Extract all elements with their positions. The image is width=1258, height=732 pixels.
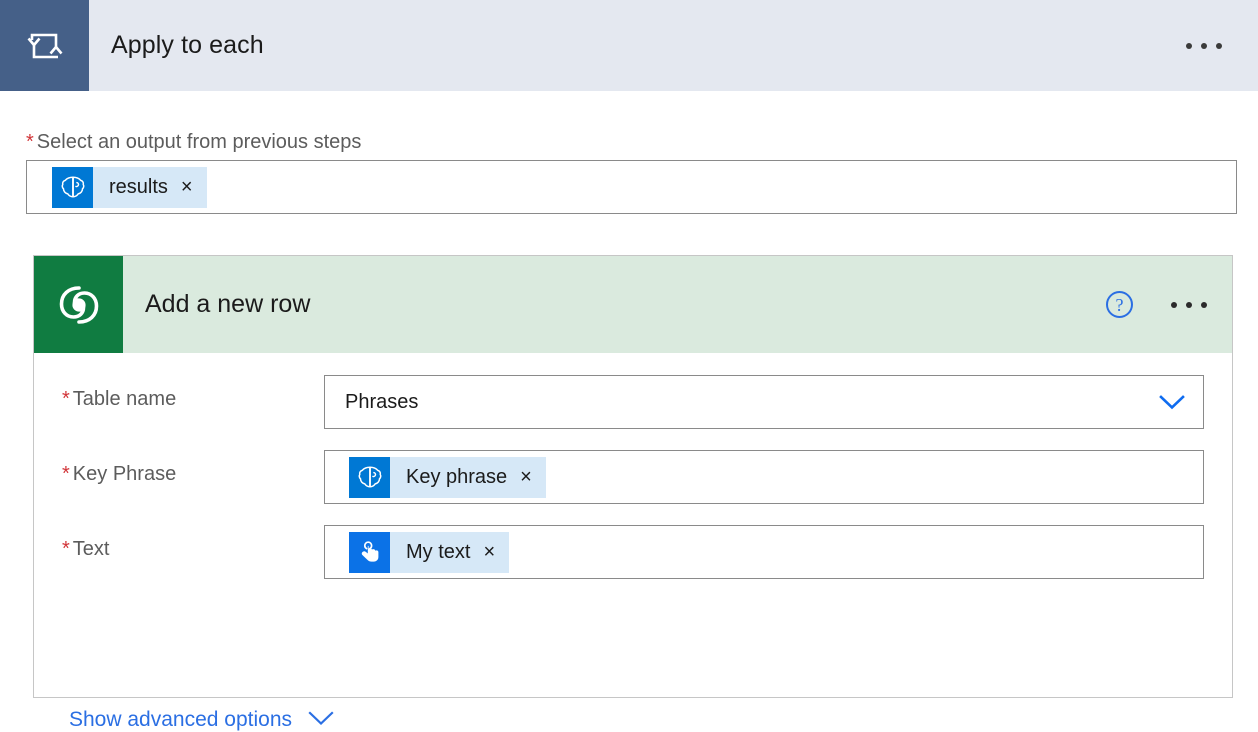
token-body: Key phrase × xyxy=(390,457,546,498)
token-my-text[interactable]: My text × xyxy=(349,532,509,573)
chevron-down-icon xyxy=(308,708,334,732)
select-output-input[interactable]: results × xyxy=(26,160,1237,214)
show-advanced-options-button[interactable]: Show advanced options xyxy=(69,708,334,732)
required-asterisk: * xyxy=(62,463,70,485)
form-row-key-phrase: *Key Phrase Key phrase × xyxy=(34,450,1204,504)
field-label-key-phrase: *Key Phrase xyxy=(34,450,324,486)
action-title: Apply to each xyxy=(89,0,1168,91)
field-label-table-name: *Table name xyxy=(34,375,324,411)
zoho-swirl-icon xyxy=(34,256,123,353)
token-label: Key phrase xyxy=(406,466,507,489)
select-output-label-text: Select an output from previous steps xyxy=(37,131,362,153)
apply-to-each-header[interactable]: Apply to each xyxy=(0,0,1258,91)
cognitive-brain-icon xyxy=(52,167,93,208)
table-name-value: Phrases xyxy=(345,391,1159,414)
token-remove-button[interactable]: × xyxy=(520,467,532,487)
ellipsis-icon xyxy=(1186,43,1222,49)
cognitive-brain-icon xyxy=(349,457,390,498)
token-remove-button[interactable]: × xyxy=(483,542,495,562)
chevron-down-icon[interactable] xyxy=(1159,395,1185,410)
required-asterisk: * xyxy=(26,131,34,153)
help-icon[interactable]: ? xyxy=(1106,291,1133,318)
add-a-new-row-card: Add a new row ? *Table name Phrases xyxy=(33,255,1233,698)
token-remove-button[interactable]: × xyxy=(181,177,193,197)
form-row-text: *Text My text × xyxy=(34,525,1204,579)
show-advanced-options-label: Show advanced options xyxy=(69,708,292,732)
required-asterisk: * xyxy=(62,538,70,560)
tap-hand-icon xyxy=(349,532,390,573)
token-label: results xyxy=(109,176,168,199)
token-body: results × xyxy=(93,167,207,208)
key-phrase-input[interactable]: Key phrase × xyxy=(324,450,1204,504)
token-body: My text × xyxy=(390,532,509,573)
card-header[interactable]: Add a new row ? xyxy=(34,256,1232,353)
select-output-label: *Select an output from previous steps xyxy=(26,131,361,154)
token-label: My text xyxy=(406,541,470,564)
field-label-text: Key Phrase xyxy=(73,463,176,485)
field-label-text: Table name xyxy=(73,388,176,410)
ellipsis-icon xyxy=(1171,302,1207,308)
action-more-options-button[interactable] xyxy=(1168,0,1258,91)
card-title: Add a new row xyxy=(123,256,1106,353)
field-label-text: *Text xyxy=(34,525,324,561)
form-row-table-name: *Table name Phrases xyxy=(34,375,1204,429)
token-results[interactable]: results × xyxy=(52,167,207,208)
required-asterisk: * xyxy=(62,388,70,410)
text-input[interactable]: My text × xyxy=(324,525,1204,579)
token-key-phrase[interactable]: Key phrase × xyxy=(349,457,546,498)
table-name-dropdown[interactable]: Phrases xyxy=(324,375,1204,429)
field-label-text: Text xyxy=(73,538,110,560)
loop-repeat-icon xyxy=(0,0,89,91)
card-header-actions: ? xyxy=(1106,256,1232,353)
card-more-options-button[interactable] xyxy=(1171,302,1207,308)
